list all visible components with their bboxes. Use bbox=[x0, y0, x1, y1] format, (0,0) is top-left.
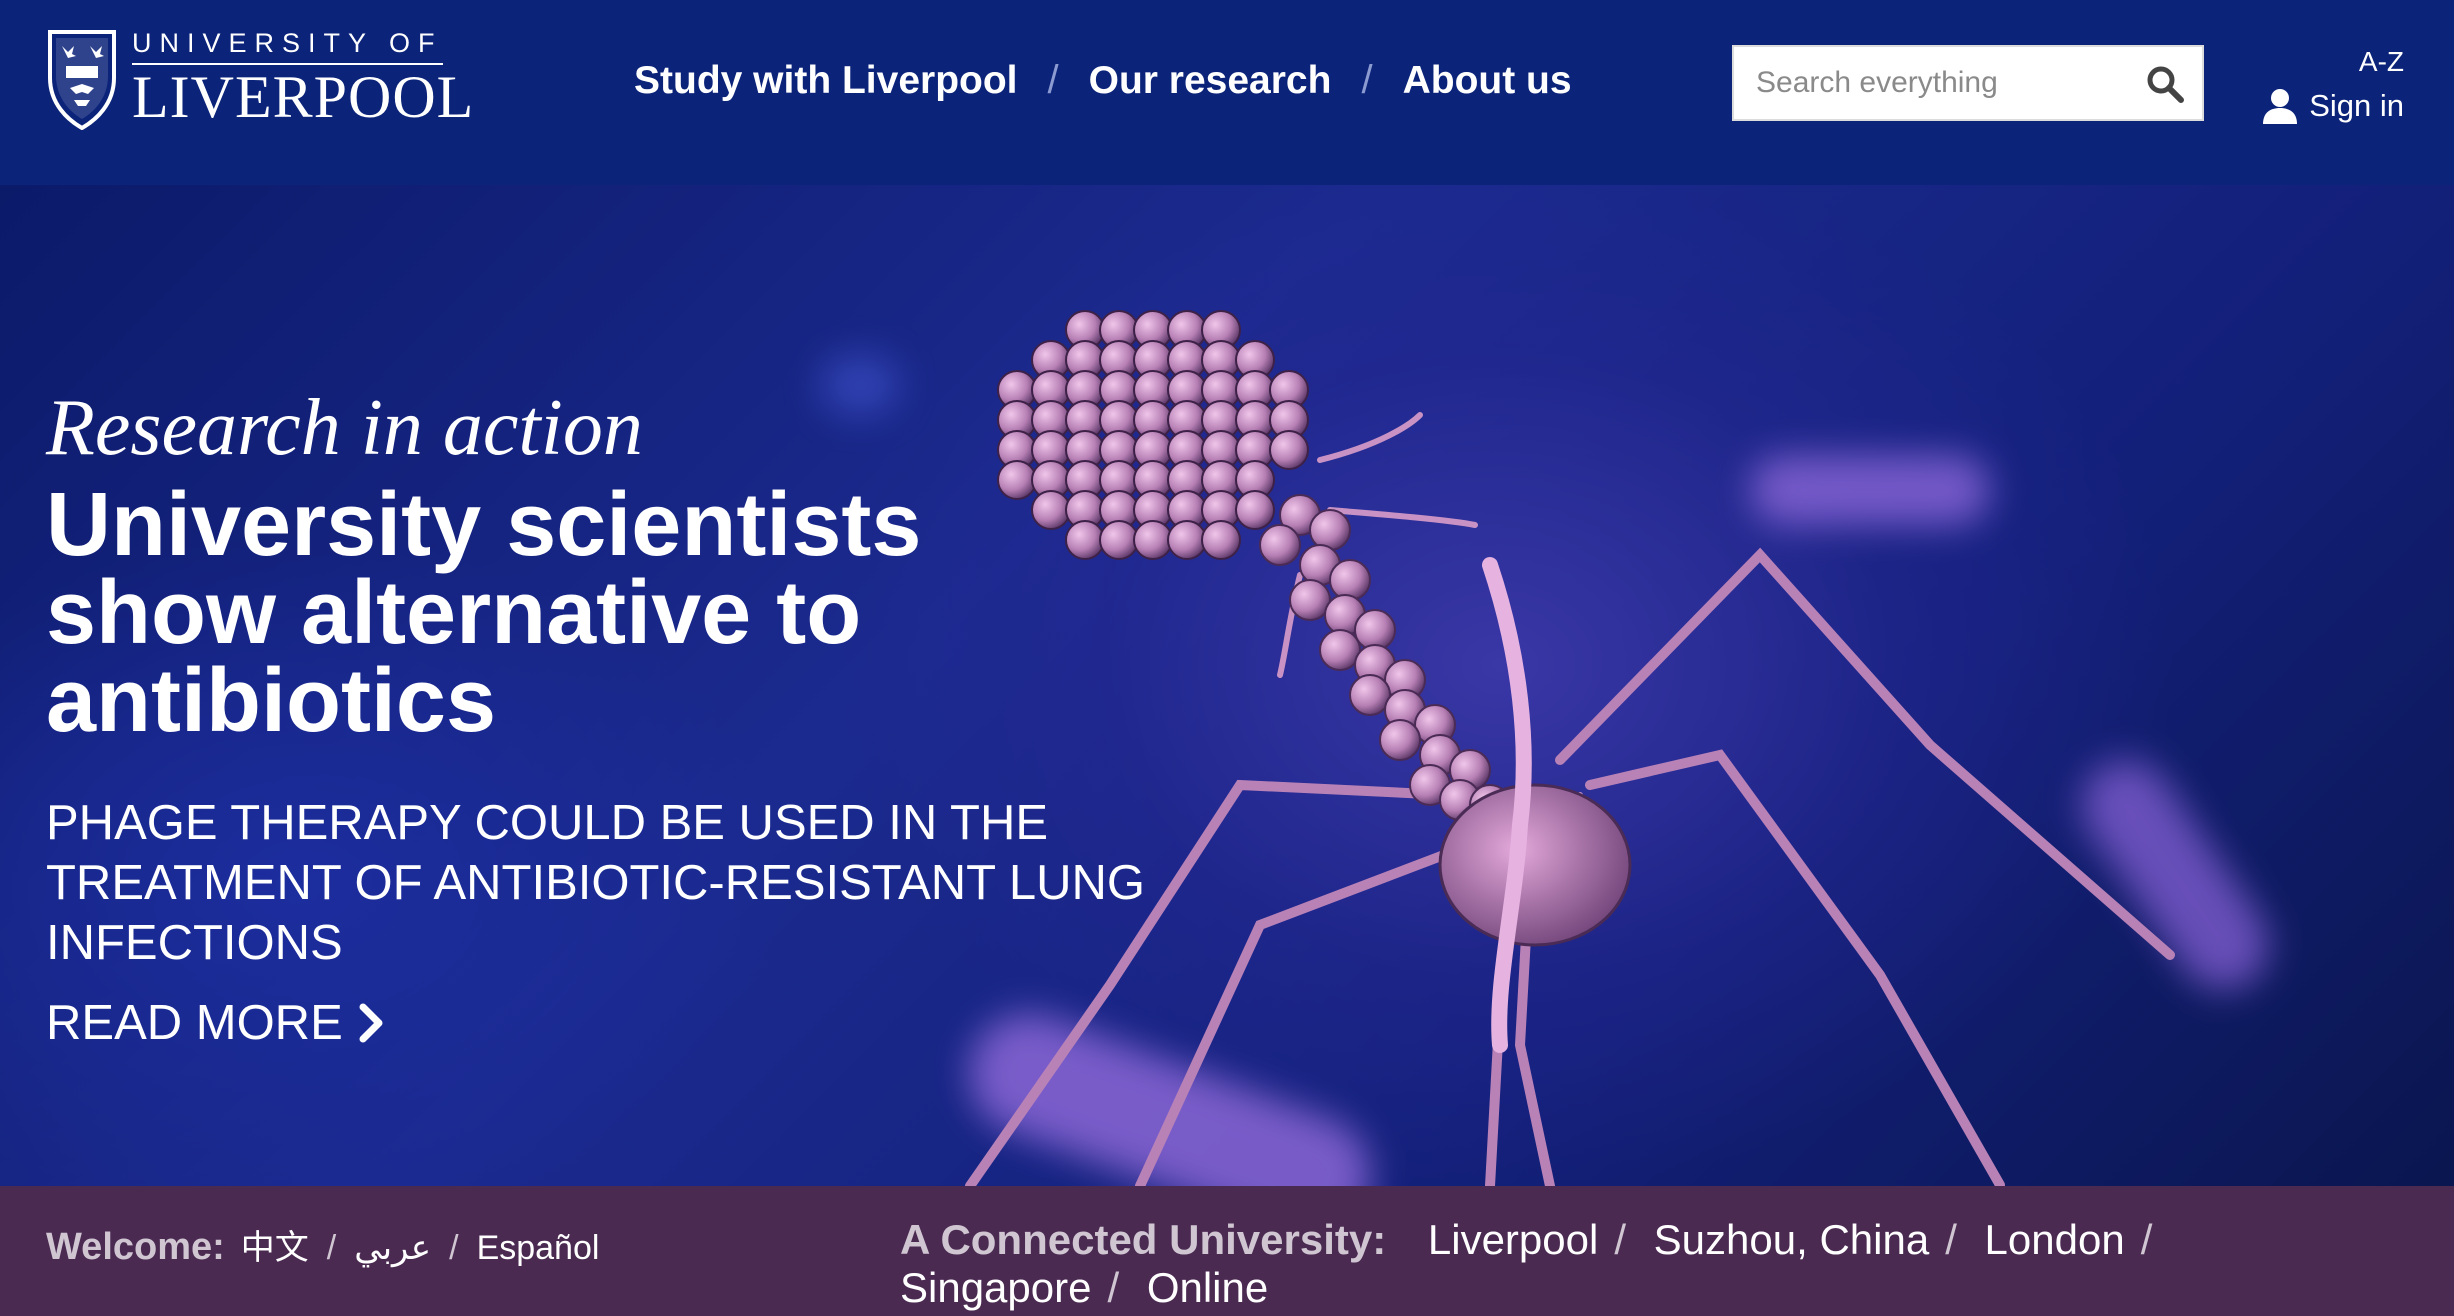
main-navigation: Study with Liverpool / Our research / Ab… bbox=[634, 58, 1572, 103]
connected-campuses: A Connected University: Liverpool / Suzho… bbox=[900, 1216, 2400, 1312]
nav-separator: / bbox=[1361, 58, 1373, 102]
nav-about[interactable]: About us bbox=[1403, 59, 1572, 103]
hero-subhead: PHAGE THERAPY COULD BE USED IN THE TREAT… bbox=[46, 796, 1145, 970]
capsid-sphere bbox=[1201, 520, 1241, 560]
campus-suzhou[interactable]: Suzhou, China bbox=[1654, 1216, 1930, 1263]
welcome-label: Welcome: bbox=[46, 1226, 225, 1268]
read-more-label: READ MORE bbox=[46, 996, 343, 1050]
nav-study[interactable]: Study with Liverpool bbox=[634, 59, 1018, 103]
campus-separator: / bbox=[1107, 1264, 1120, 1311]
search-box bbox=[1732, 45, 2204, 121]
capsid-sphere bbox=[1235, 490, 1275, 530]
capsid-sphere bbox=[1269, 430, 1309, 470]
campus-separator: / bbox=[2140, 1216, 2153, 1263]
university-logo[interactable]: UNIVERSITY OF LIVERPOOL bbox=[46, 26, 474, 130]
nav-separator: / bbox=[1047, 58, 1059, 102]
international-bar: Welcome: 中文 / عربي / Español A Connected… bbox=[0, 1186, 2454, 1316]
logo-bottom-text: LIVERPOOL bbox=[132, 63, 475, 130]
chevron-right-icon bbox=[359, 1003, 383, 1043]
campus-online[interactable]: Online bbox=[1147, 1264, 1268, 1311]
language-separator: / bbox=[449, 1229, 459, 1267]
sign-in-link[interactable]: Sign in bbox=[2261, 88, 2404, 124]
nav-research[interactable]: Our research bbox=[1089, 59, 1332, 103]
language-arabic[interactable]: عربي bbox=[354, 1228, 431, 1268]
campus-liverpool[interactable]: Liverpool bbox=[1428, 1216, 1598, 1263]
language-separator: / bbox=[326, 1229, 337, 1267]
read-more-link[interactable]: READ MORE bbox=[46, 995, 385, 1051]
language-spanish[interactable]: Español bbox=[477, 1229, 600, 1268]
site-header: UNIVERSITY OF LIVERPOOL Study with Liver… bbox=[0, 0, 2454, 185]
campus-separator: / bbox=[1945, 1216, 1957, 1263]
crest-icon bbox=[48, 30, 116, 130]
sign-in-label: Sign in bbox=[2309, 88, 2404, 123]
hero-headline[interactable]: University scientists show alternative t… bbox=[46, 480, 1046, 746]
capsid-sphere bbox=[1167, 520, 1207, 560]
search-input[interactable] bbox=[1734, 48, 2134, 118]
user-icon bbox=[2263, 89, 2298, 124]
capsid-sphere bbox=[1099, 520, 1139, 560]
hero-banner: /* placeholder */ Research in action Uni… bbox=[0, 185, 2454, 1186]
welcome-languages: Welcome: 中文 / عربي / Español bbox=[46, 1220, 599, 1269]
campus-london[interactable]: London bbox=[1985, 1216, 2125, 1263]
campus-separator: / bbox=[1614, 1216, 1626, 1263]
capsid-sphere bbox=[1065, 520, 1105, 560]
search-icon[interactable] bbox=[2146, 65, 2184, 103]
hero-kicker: Research in action bbox=[46, 384, 643, 472]
campus-singapore[interactable]: Singapore bbox=[900, 1264, 1091, 1311]
logo-top-text: UNIVERSITY OF bbox=[132, 29, 443, 65]
a-z-link[interactable]: A-Z bbox=[2359, 46, 2404, 78]
connected-label: A Connected University: bbox=[900, 1216, 1387, 1263]
capsid-sphere bbox=[1133, 520, 1173, 560]
language-chinese[interactable]: 中文 bbox=[241, 1220, 309, 1269]
